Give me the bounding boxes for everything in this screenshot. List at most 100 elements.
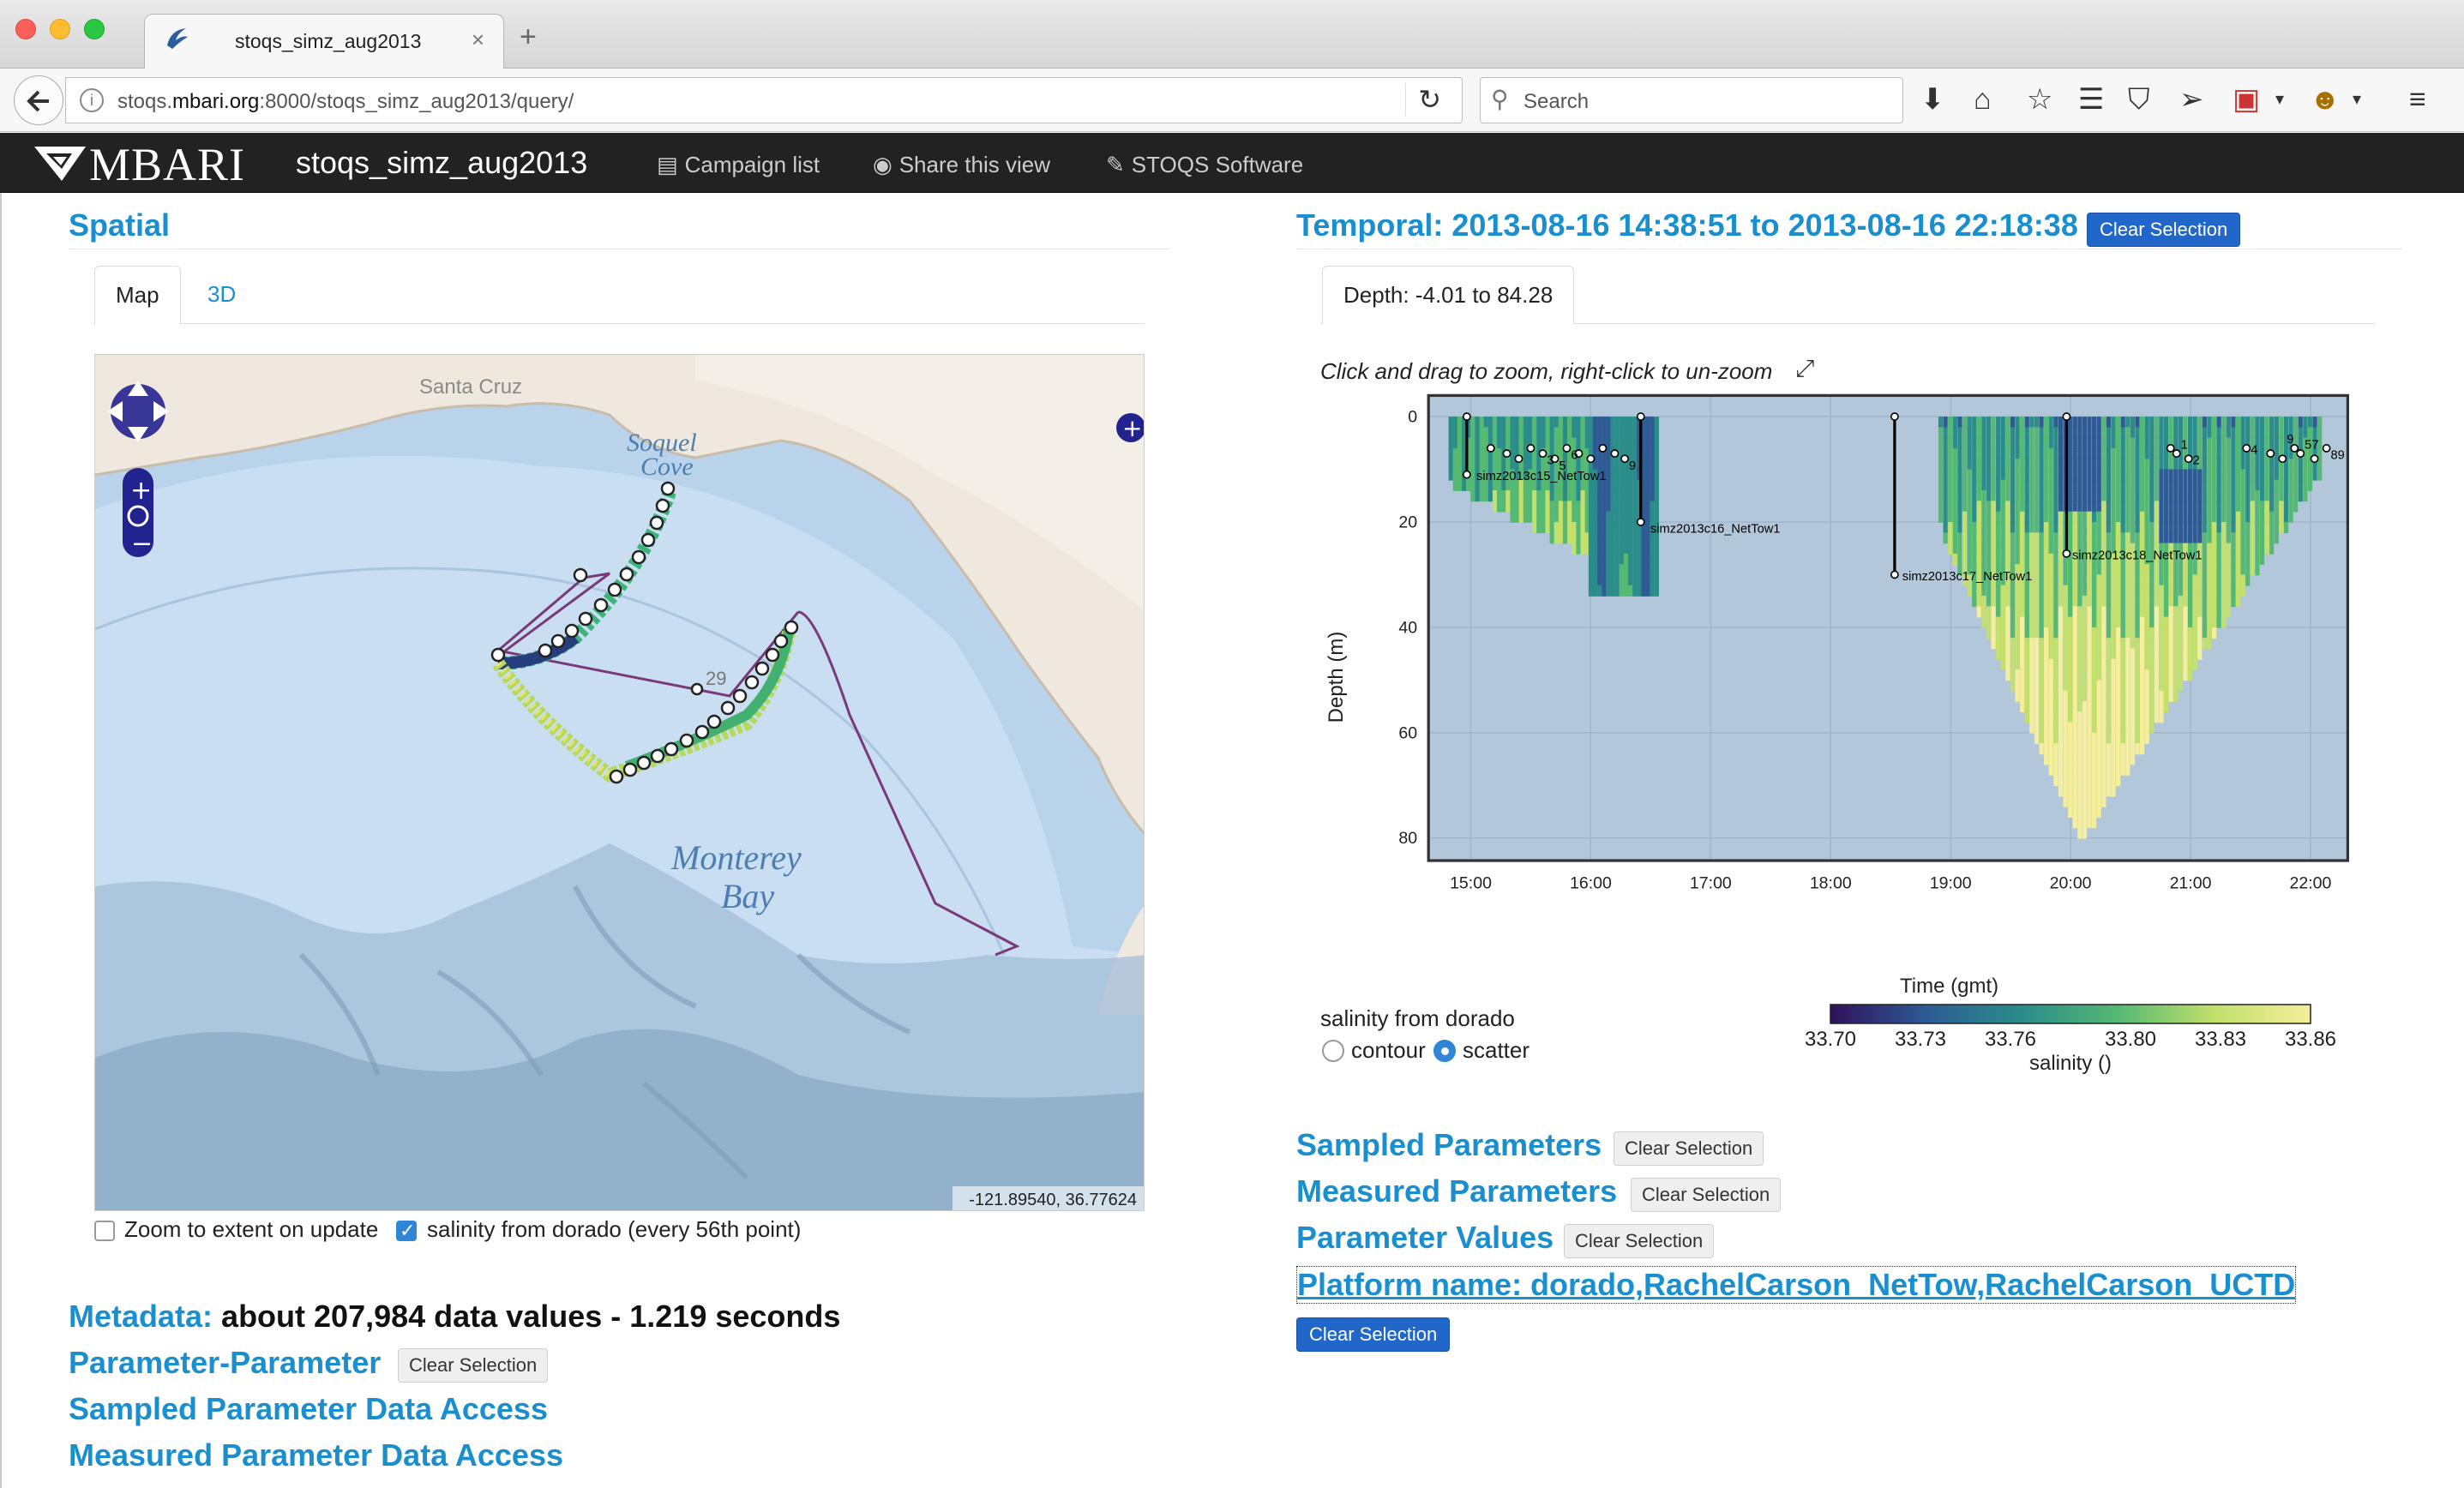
metadata-heading[interactable]: Metadata: about 207,984 data values - 1.… bbox=[69, 1299, 840, 1335]
measured-access-heading[interactable]: Measured Parameter Data Access bbox=[69, 1437, 563, 1473]
data-point bbox=[2101, 795, 2106, 807]
data-point bbox=[1487, 427, 1493, 439]
brand-name[interactable]: MBARI bbox=[89, 138, 245, 191]
campaign-list-link[interactable]: ▤ Campaign list bbox=[657, 152, 820, 178]
address-bar[interactable]: i stoqs.mbari.org:8000/stoqs_simz_aug201… bbox=[65, 77, 1463, 123]
monkey-extension-icon[interactable]: ☻ bbox=[2310, 82, 2341, 117]
zoom-control[interactable]: + − bbox=[123, 468, 153, 559]
data-point bbox=[1981, 490, 1986, 502]
minimize-window-button[interactable] bbox=[50, 19, 70, 39]
reader-list-icon[interactable]: ☰ bbox=[2078, 82, 2104, 117]
data-point bbox=[2139, 669, 2145, 681]
values-clear-button[interactable]: Clear Selection bbox=[1564, 1224, 1715, 1258]
data-point bbox=[2092, 732, 2097, 744]
tab-depth[interactable]: Depth: -4.01 to 84.28 bbox=[1322, 266, 1575, 325]
data-point bbox=[2106, 669, 2112, 681]
sampled-access-heading[interactable]: Sampled Parameter Data Access bbox=[69, 1391, 548, 1427]
data-point bbox=[2298, 427, 2303, 439]
scatter-radio[interactable] bbox=[1433, 1040, 1456, 1062]
data-point bbox=[2087, 753, 2092, 765]
new-tab-button[interactable]: + bbox=[520, 21, 537, 54]
sampled-clear-button[interactable]: Clear Selection bbox=[1614, 1131, 1764, 1166]
data-point bbox=[1448, 417, 1453, 429]
parameter-values-heading[interactable]: Parameter Values bbox=[1296, 1220, 1554, 1256]
data-point bbox=[2072, 680, 2077, 692]
info-icon[interactable]: i bbox=[80, 88, 104, 112]
reload-icon[interactable]: ↻ bbox=[1405, 83, 1441, 116]
data-point bbox=[2087, 795, 2092, 807]
campaign-name[interactable]: stoqs_simz_aug2013 bbox=[296, 145, 587, 181]
layer-label[interactable]: salinity from dorado (every 56th point) bbox=[427, 1216, 801, 1243]
back-button[interactable] bbox=[14, 75, 63, 125]
param-param-clear-button[interactable]: Clear Selection bbox=[398, 1348, 549, 1383]
data-point bbox=[2125, 764, 2130, 776]
data-point bbox=[1981, 459, 1986, 471]
mbari-logo-icon[interactable] bbox=[33, 143, 87, 187]
scatter-label[interactable]: scatter bbox=[1463, 1037, 1529, 1064]
platform-name-heading[interactable]: Platform name: dorado,RachelCarson_NetTo… bbox=[1296, 1266, 2297, 1304]
data-point bbox=[2029, 511, 2034, 523]
expand-icon[interactable]: ⤢ bbox=[1795, 355, 1814, 383]
zoom-extent-checkbox[interactable] bbox=[94, 1221, 115, 1241]
data-point bbox=[2068, 585, 2073, 597]
hamburger-menu-icon[interactable]: ≡ bbox=[2409, 82, 2426, 117]
extension-dropdown-icon-2[interactable]: ▾ bbox=[2353, 82, 2361, 117]
data-point bbox=[2168, 511, 2173, 523]
layer-switcher-icon[interactable]: + bbox=[1116, 413, 1145, 442]
data-point bbox=[1962, 469, 1968, 481]
send-icon[interactable]: ➢ bbox=[2179, 82, 2204, 117]
data-point bbox=[2187, 564, 2193, 576]
pocket-icon[interactable]: ⛉ bbox=[2128, 82, 2150, 117]
platform-clear-button[interactable]: Clear Selection bbox=[1296, 1317, 1451, 1352]
data-point bbox=[2135, 585, 2140, 597]
extension-dropdown-icon[interactable]: ▾ bbox=[2275, 82, 2284, 117]
measured-parameters-heading[interactable]: Measured Parameters bbox=[1296, 1173, 1617, 1209]
data-point bbox=[1972, 501, 1977, 513]
search-field[interactable]: ⚲ Search bbox=[1480, 77, 1903, 123]
data-point bbox=[2192, 511, 2197, 523]
tab-close-icon[interactable]: × bbox=[472, 27, 484, 53]
map-svg[interactable]: Santa Cruz Soquel Cove Monterey Bay 29 +… bbox=[95, 355, 1145, 1211]
zoom-extent-label[interactable]: Zoom to extent on update bbox=[124, 1216, 378, 1243]
data-point bbox=[2154, 479, 2159, 491]
data-point bbox=[2101, 732, 2106, 744]
bookmark-star-icon[interactable]: ☆ bbox=[2027, 82, 2052, 117]
depth-time-plot[interactable]: 15:00 16:00 17:00 18:00 19:00 20:00 21:00 22:00… bbox=[1312, 386, 2418, 1020]
spatial-heading[interactable]: Spatial bbox=[69, 207, 170, 243]
data-point bbox=[1645, 543, 1650, 555]
data-point bbox=[2202, 638, 2207, 650]
data-point bbox=[1976, 543, 1981, 555]
download-icon[interactable]: ⬇ bbox=[1920, 82, 1945, 117]
data-point bbox=[2183, 521, 2188, 534]
temporal-clear-button[interactable]: Clear Selection bbox=[2087, 213, 2241, 247]
pdf-extension-icon[interactable]: ▣ bbox=[2233, 82, 2260, 117]
data-point bbox=[2231, 437, 2236, 449]
zoom-window-button[interactable] bbox=[84, 19, 105, 39]
data-point bbox=[2029, 532, 2034, 544]
data-point bbox=[1948, 521, 1953, 534]
browser-tab[interactable]: stoqs_simz_aug2013 × bbox=[144, 14, 504, 69]
tab-3d[interactable]: 3D bbox=[187, 266, 256, 323]
tab-map[interactable]: Map bbox=[94, 266, 181, 325]
data-point bbox=[1597, 427, 1602, 439]
data-point bbox=[1623, 543, 1629, 555]
close-window-button[interactable] bbox=[15, 19, 36, 39]
x-axis-label: Time (gmt) bbox=[1900, 975, 1998, 998]
contour-label[interactable]: contour bbox=[1351, 1037, 1426, 1064]
measured-clear-button[interactable]: Clear Selection bbox=[1631, 1178, 1782, 1212]
home-icon[interactable]: ⌂ bbox=[1974, 82, 1992, 117]
layer-checkbox[interactable] bbox=[396, 1220, 417, 1242]
contour-radio[interactable] bbox=[1322, 1040, 1344, 1062]
data-point bbox=[1981, 479, 1986, 491]
share-view-link[interactable]: ◉ Share this view bbox=[873, 152, 1050, 178]
data-point bbox=[1606, 490, 1611, 502]
data-point bbox=[2139, 479, 2145, 491]
plot-area[interactable]: 15:00 16:00 17:00 18:00 19:00 20:00 21:00 22:00… bbox=[1398, 393, 2350, 893]
colorbar-tick-label: 33.70 bbox=[1805, 1028, 1856, 1051]
spatial-map[interactable]: Santa Cruz Soquel Cove Monterey Bay 29 +… bbox=[94, 354, 1145, 1211]
sampled-parameters-heading[interactable]: Sampled Parameters bbox=[1296, 1127, 1602, 1163]
parameter-parameter-heading[interactable]: Parameter-Parameter bbox=[69, 1345, 381, 1381]
temporal-heading[interactable]: Temporal: 2013-08-16 14:38:51 to 2013-08… bbox=[1296, 207, 2078, 243]
stoqs-software-link[interactable]: ✎ STOQS Software bbox=[1106, 152, 1303, 178]
data-point bbox=[2207, 447, 2212, 460]
